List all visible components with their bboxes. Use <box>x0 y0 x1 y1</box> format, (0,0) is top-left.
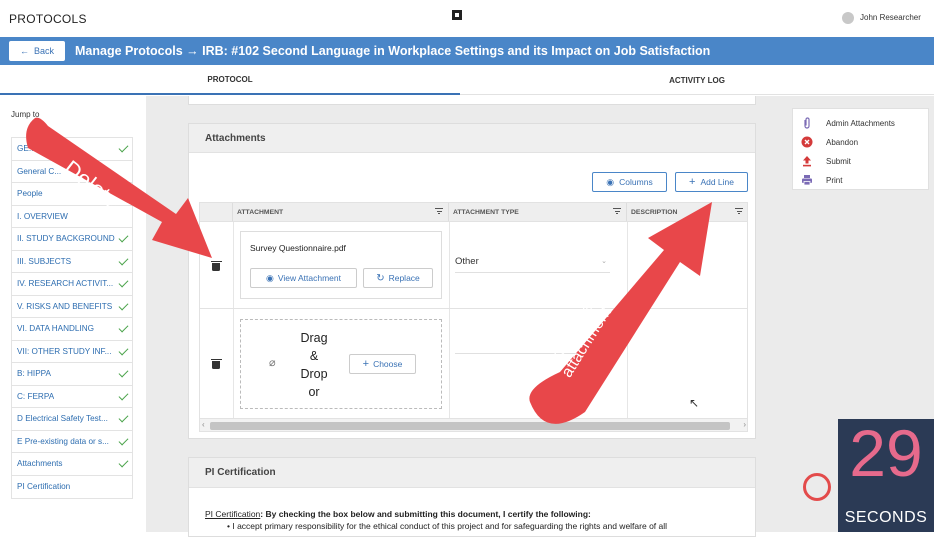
add-attachment-arrow <box>529 202 712 424</box>
delete-arrow <box>26 117 213 259</box>
annotation-overlay <box>26 117 712 424</box>
countdown-timer: 29 SECONDS <box>838 416 934 532</box>
timer-label: SECONDS <box>844 509 928 526</box>
cursor-highlight <box>803 473 831 501</box>
timer-value: 29 <box>849 416 923 490</box>
mouse-cursor-icon: ↖ <box>689 396 700 410</box>
